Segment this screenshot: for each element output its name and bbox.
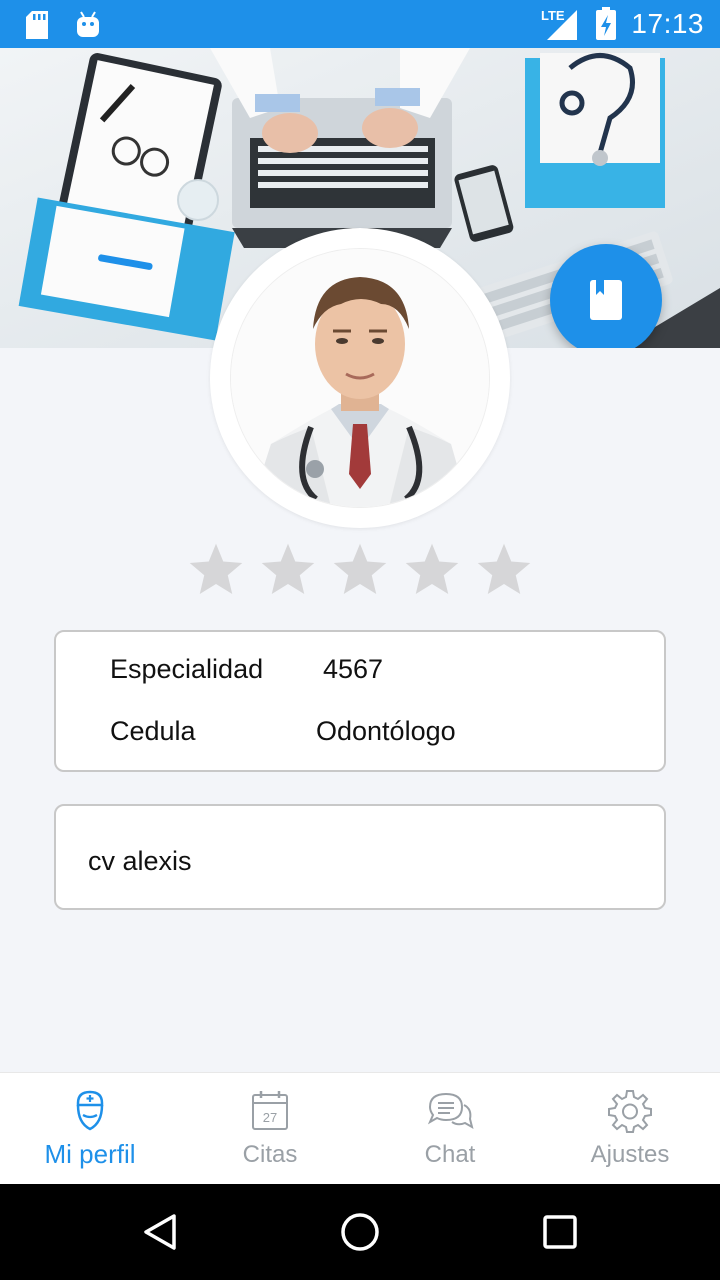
nav-label-mi-perfil: Mi perfil [44,1139,136,1169]
doctor-portrait [230,248,490,508]
rating-stars[interactable] [180,540,540,610]
star-icon[interactable] [474,540,534,600]
sd-card-icon [26,11,48,39]
star-icon[interactable] [186,540,246,600]
calendar-icon: 27 [252,1091,288,1130]
nav-item-chat[interactable]: Chat [360,1073,540,1185]
nav-item-ajustes[interactable]: Ajustes [540,1073,720,1185]
status-time: 17:13 [631,8,704,39]
recents-icon[interactable] [536,1208,584,1256]
back-icon[interactable] [136,1208,184,1256]
cv-text: cv alexis [88,846,192,876]
profile-info-card: Especialidad 4567 Cedula Odontólogo [54,630,666,772]
star-icon[interactable] [258,540,318,600]
nav-label-ajustes: Ajustes [590,1141,670,1168]
chat-bubbles-icon [427,1092,474,1130]
calendar-day: 27 [263,1110,277,1125]
nav-item-citas[interactable]: 27 Citas [180,1073,360,1185]
cv-card[interactable]: cv alexis [54,804,666,910]
home-icon[interactable] [336,1208,384,1256]
avatar[interactable] [210,228,510,528]
cv-book-button[interactable] [550,244,662,348]
cedula-value: Odontólogo [316,716,456,746]
nav-label-citas: Citas [242,1141,298,1168]
battery-charging-icon [596,7,617,40]
svg-text:LTE: LTE [541,8,565,23]
specialty-value: 4567 [323,654,384,684]
nav-item-mi-perfil[interactable]: Mi perfil [0,1073,180,1185]
specialty-label: Especialidad [110,654,264,684]
star-icon[interactable] [330,540,390,600]
book-icon [590,280,622,320]
status-bar: LTE 17:13 [0,0,720,48]
lte-signal-icon: LTE [541,8,578,40]
nav-label-chat: Chat [424,1141,476,1168]
gear-icon [608,1090,652,1133]
system-navigation-bar [0,1184,720,1280]
android-icon [77,11,99,37]
cedula-label: Cedula [110,716,196,746]
bottom-navigation: Mi perfil 27 Citas Chat Ajustes [0,1072,720,1185]
star-icon[interactable] [402,540,462,600]
doctor-icon [76,1090,104,1131]
